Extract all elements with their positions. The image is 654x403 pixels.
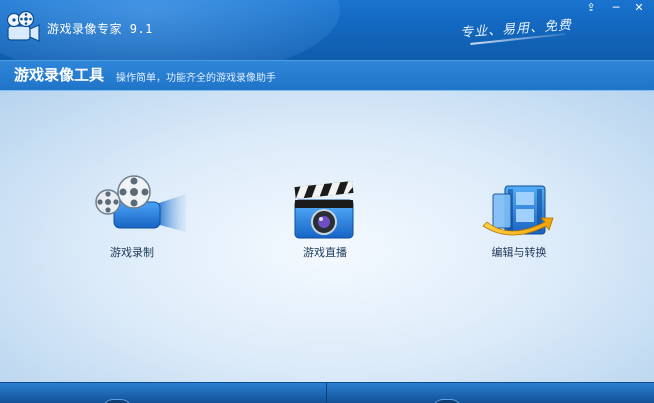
section-header: 游戏录像工具 操作简单，功能齐全的游戏录像助手 (0, 60, 654, 91)
menu-button[interactable]: ⇪ (580, 0, 602, 16)
game-live-label: 游戏直播 (303, 246, 347, 259)
edit-convert-label: 编辑与转换 (491, 246, 547, 259)
film-convert-arrow-icon (482, 185, 554, 236)
main-window: 游戏录像专家 9.1 专业、易用、免费 ⇪ ─ ✕ 游戏录像工具 操作简单，功能… (0, 0, 654, 403)
section-title: 游戏录像工具 (14, 66, 105, 84)
bottom-divider (326, 383, 327, 403)
slogan: 专业、易用、免费 (459, 18, 573, 41)
edit-convert-button[interactable]: 编辑与转换 (459, 180, 579, 270)
film-reel-camera-icon (95, 175, 186, 232)
game-live-button[interactable]: 游戏直播 (265, 180, 385, 270)
bottom-tab-right[interactable] (432, 399, 462, 403)
bottom-tab-left[interactable] (102, 399, 132, 403)
app-title: 游戏录像专家 9.1 (47, 22, 153, 36)
minimize-button[interactable]: ─ (605, 0, 627, 16)
title-bar[interactable]: 游戏录像专家 9.1 专业、易用、免费 ⇪ ─ ✕ (0, 0, 654, 60)
bottom-bar (0, 382, 654, 403)
game-record-label: 游戏录制 (110, 246, 154, 259)
close-button[interactable]: ✕ (628, 0, 650, 16)
clapperboard-lens-icon (294, 181, 354, 239)
camera-reel-logo-icon (6, 10, 40, 42)
game-record-button[interactable]: 游戏录制 (72, 175, 192, 270)
section-subtitle: 操作简单，功能齐全的游戏录像助手 (116, 73, 276, 84)
